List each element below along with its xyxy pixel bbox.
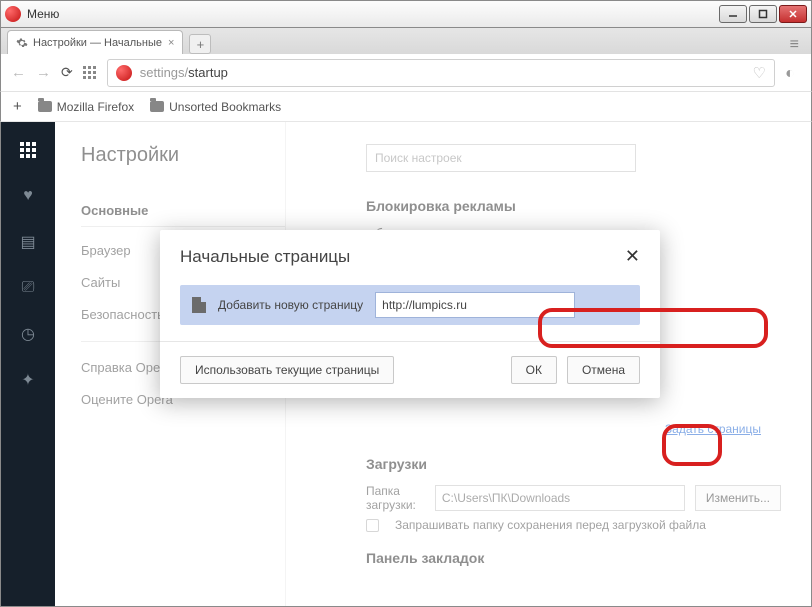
new-tab-button[interactable]: + xyxy=(189,34,211,54)
bookmark-heart-icon[interactable]: ♡ xyxy=(753,64,766,82)
rail-extensions-icon[interactable]: ✦ xyxy=(18,370,38,390)
window-titlebar: Меню xyxy=(0,0,812,28)
add-page-row: Добавить новую страницу xyxy=(180,285,640,325)
dialog-title: Начальные страницы xyxy=(180,247,350,267)
reload-button[interactable]: ⟳ xyxy=(61,64,73,81)
tab-title: Настройки — Начальные xyxy=(33,37,162,49)
opera-o-icon xyxy=(116,65,132,81)
window-minimize-button[interactable] xyxy=(719,5,747,23)
address-field[interactable]: settings/startup ♡ xyxy=(107,59,775,87)
dialog-close-icon[interactable]: ✕ xyxy=(625,246,640,267)
window-menu-label[interactable]: Меню xyxy=(27,7,59,21)
left-rail: ♥ ▤ ⎚ ◷ ✦ xyxy=(1,122,55,606)
nav-back-button[interactable]: ← xyxy=(11,64,26,81)
folder-icon xyxy=(150,101,164,112)
rail-speed-dial-icon[interactable] xyxy=(18,140,38,160)
nav-forward-button[interactable]: → xyxy=(36,64,51,81)
window-maximize-button[interactable] xyxy=(749,5,777,23)
page-icon xyxy=(192,297,206,313)
add-page-label: Добавить новую страницу xyxy=(218,298,363,312)
bookmarks-bar: + Mozilla Firefox Unsorted Bookmarks xyxy=(0,92,812,122)
ok-button[interactable]: ОК xyxy=(511,356,557,384)
page-url-input[interactable] xyxy=(375,292,575,318)
rail-tabs-icon[interactable]: ⎚ xyxy=(18,278,38,298)
startup-pages-dialog: Начальные страницы ✕ Добавить новую стра… xyxy=(160,230,660,398)
folder-icon xyxy=(38,101,52,112)
sync-icon[interactable]: ◐ xyxy=(785,65,801,81)
tab-settings[interactable]: Настройки — Начальные × xyxy=(7,30,183,54)
tab-close-icon[interactable]: × xyxy=(168,37,174,49)
speed-dial-icon[interactable] xyxy=(83,66,97,80)
add-bookmark-button[interactable]: + xyxy=(13,98,22,115)
easy-setup-icon[interactable]: ≡ xyxy=(784,36,805,54)
gear-icon xyxy=(16,37,28,49)
bookmark-folder[interactable]: Unsorted Bookmarks xyxy=(150,100,281,114)
address-text: settings/startup xyxy=(140,65,228,80)
use-current-pages-button[interactable]: Использовать текущие страницы xyxy=(180,356,394,384)
opera-logo-icon xyxy=(5,6,21,22)
rail-bookmarks-icon[interactable]: ♥ xyxy=(18,186,38,206)
rail-news-icon[interactable]: ▤ xyxy=(18,232,38,252)
bookmark-folder[interactable]: Mozilla Firefox xyxy=(38,100,134,114)
tab-strip: Настройки — Начальные × + ≡ xyxy=(0,28,812,54)
rail-history-icon[interactable]: ◷ xyxy=(18,324,38,344)
cancel-button[interactable]: Отмена xyxy=(567,356,640,384)
address-toolbar: ← → ⟳ settings/startup ♡ ◐ xyxy=(0,54,812,92)
window-close-button[interactable] xyxy=(779,5,807,23)
